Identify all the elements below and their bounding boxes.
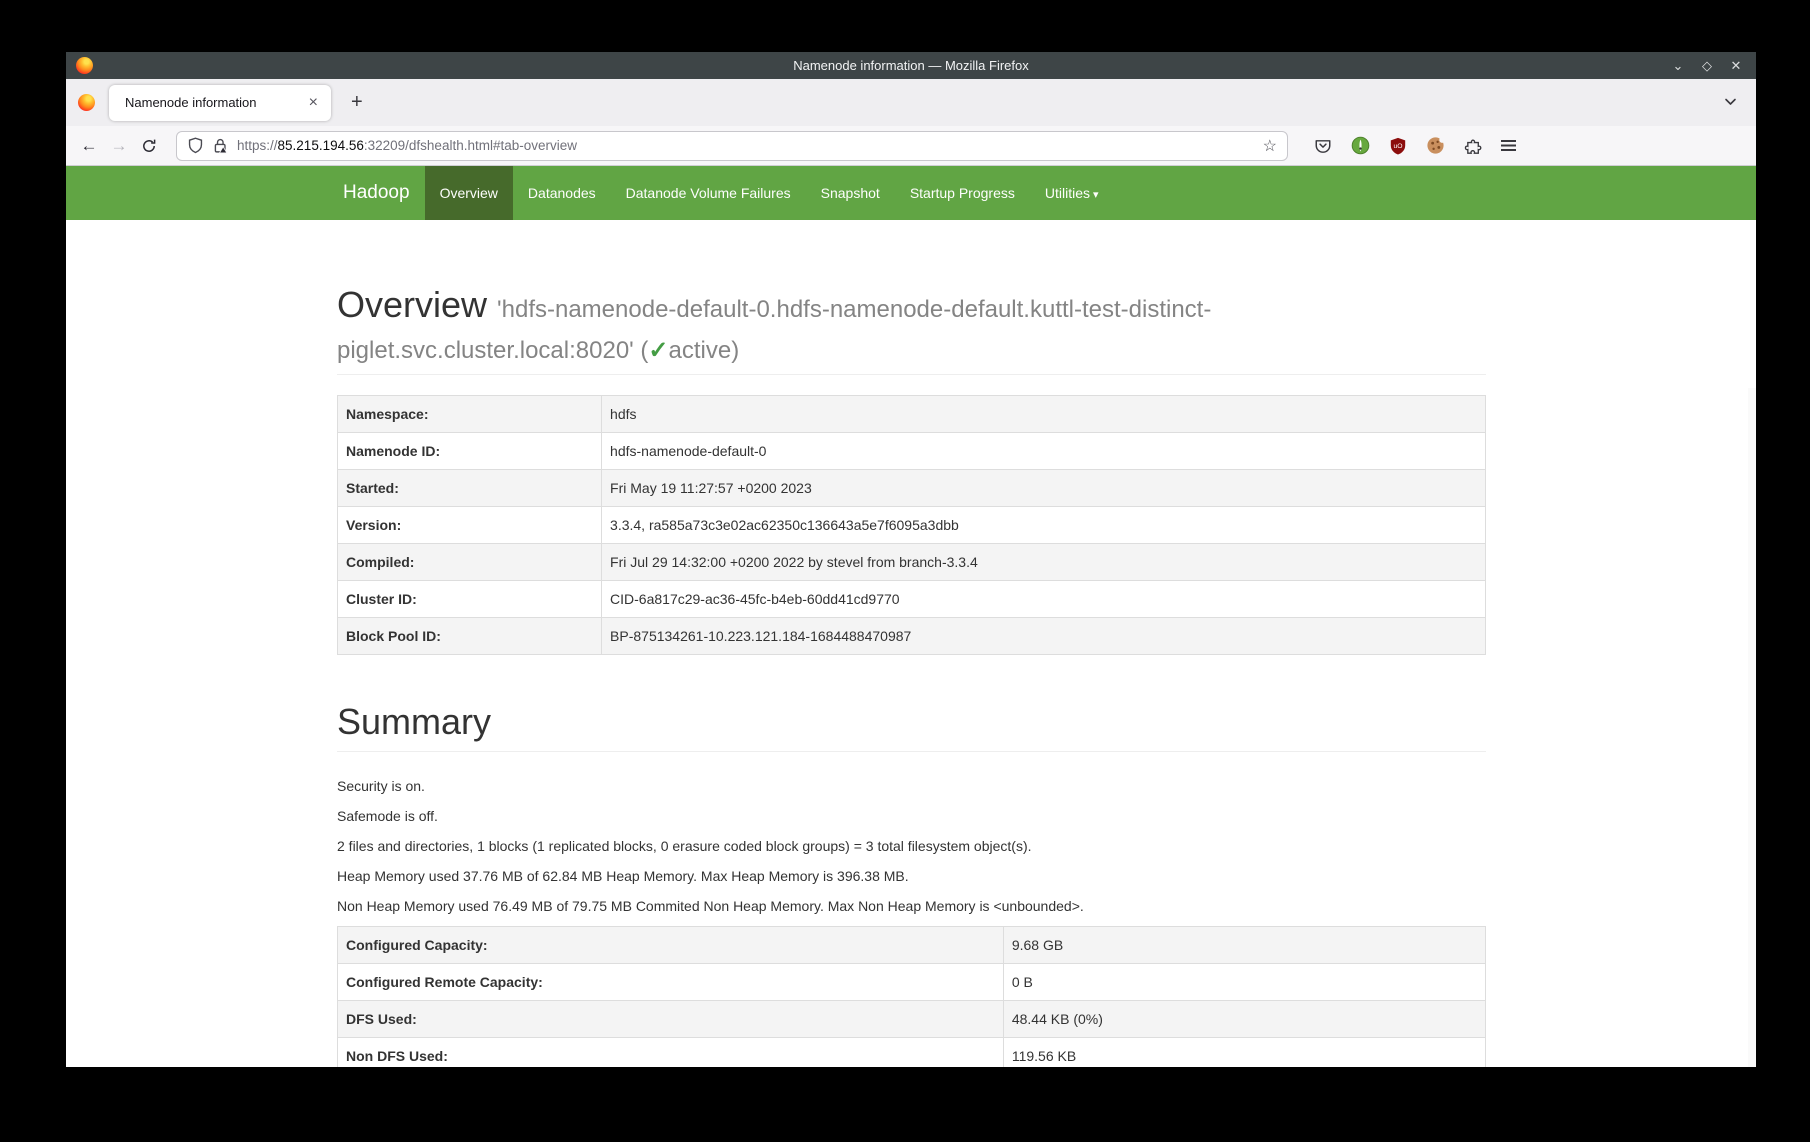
table-row: Started:Fri May 19 11:27:57 +0200 2023 bbox=[338, 469, 1486, 506]
active-check-icon: ✓ bbox=[648, 337, 668, 364]
forward-button: → bbox=[104, 136, 134, 156]
table-row: Non DFS Used:119.56 KB bbox=[338, 1038, 1486, 1067]
maximize-button[interactable]: ◇ bbox=[1699, 52, 1715, 79]
nav-item-snapshot[interactable]: Snapshot bbox=[806, 166, 895, 220]
table-row: Compiled:Fri Jul 29 14:32:00 +0200 2022 … bbox=[338, 543, 1486, 580]
window-title: Namenode information — Mozilla Firefox bbox=[66, 58, 1756, 73]
close-button[interactable]: ✕ bbox=[1728, 52, 1744, 79]
table-row: Version:3.3.4, ra585a73c3e02ac62350c1366… bbox=[338, 506, 1486, 543]
nav-item-utilities[interactable]: Utilities▾ bbox=[1030, 166, 1114, 220]
nav-item-datanode-volume-failures[interactable]: Datanode Volume Failures bbox=[611, 166, 806, 220]
table-row: Namespace:hdfs bbox=[338, 395, 1486, 432]
namenode-info-table: Namespace:hdfs Namenode ID:hdfs-namenode… bbox=[337, 395, 1486, 655]
menu-hamburger-icon[interactable] bbox=[1501, 140, 1516, 151]
bookmark-star-icon[interactable]: ☆ bbox=[1263, 136, 1277, 156]
privacy-badger-icon[interactable] bbox=[1351, 136, 1370, 155]
lock-warning-icon[interactable] bbox=[212, 137, 229, 154]
page-content: Overview 'hdfs-namenode-default-0.hdfs-n… bbox=[66, 220, 1756, 1067]
page-scrollbar[interactable] bbox=[1748, 388, 1756, 1067]
summary-line: Non Heap Memory used 76.49 MB of 79.75 M… bbox=[337, 896, 1486, 916]
navbar-brand-hadoop[interactable]: Hadoop bbox=[328, 166, 425, 220]
browser-window: Namenode information — Mozilla Firefox ⌄… bbox=[66, 52, 1756, 1067]
firefox-view-icon[interactable] bbox=[78, 94, 95, 111]
overview-heading: Overview 'hdfs-namenode-default-0.hdfs-n… bbox=[337, 284, 1486, 367]
extensions-puzzle-icon[interactable] bbox=[1464, 137, 1482, 155]
hadoop-navbar: Hadoop Overview Datanodes Datanode Volum… bbox=[66, 166, 1756, 220]
nav-item-startup-progress[interactable]: Startup Progress bbox=[895, 166, 1030, 220]
nav-item-datanodes[interactable]: Datanodes bbox=[513, 166, 611, 220]
reload-button[interactable] bbox=[134, 138, 164, 154]
tab-namenode-information[interactable]: Namenode information × bbox=[109, 85, 331, 121]
summary-line: Security is on. bbox=[337, 776, 1486, 796]
summary-text-block: Security is on. Safemode is off. 2 files… bbox=[337, 776, 1486, 916]
url-bar[interactable]: https://85.215.194.56:32209/dfshealth.ht… bbox=[176, 131, 1288, 161]
table-row: DFS Used:48.44 KB (0%) bbox=[338, 1001, 1486, 1038]
summary-line: 2 files and directories, 1 blocks (1 rep… bbox=[337, 836, 1486, 856]
pocket-icon[interactable] bbox=[1314, 137, 1332, 155]
ublock-text: uO bbox=[1393, 143, 1402, 150]
nav-item-overview[interactable]: Overview bbox=[425, 166, 513, 220]
navigation-toolbar: ← → https://85.215.194.56:32209/dfshealt… bbox=[66, 126, 1756, 166]
summary-line: Safemode is off. bbox=[337, 806, 1486, 826]
capacity-table: Configured Capacity:9.68 GB Configured R… bbox=[337, 926, 1486, 1067]
window-titlebar: Namenode information — Mozilla Firefox ⌄… bbox=[66, 52, 1756, 79]
minimize-button[interactable]: ⌄ bbox=[1670, 52, 1686, 79]
table-row: Configured Remote Capacity:0 B bbox=[338, 964, 1486, 1001]
summary-page-header: Summary bbox=[337, 701, 1486, 752]
tab-close-icon[interactable]: × bbox=[306, 95, 321, 111]
list-all-tabs-icon[interactable] bbox=[1723, 94, 1738, 109]
table-row: Namenode ID:hdfs-namenode-default-0 bbox=[338, 432, 1486, 469]
status-badge: active bbox=[669, 337, 732, 364]
tracking-protection-shield-icon[interactable] bbox=[187, 137, 204, 154]
table-row: Block Pool ID:BP-875134261-10.223.121.18… bbox=[338, 617, 1486, 654]
ublock-origin-icon[interactable]: uO bbox=[1389, 137, 1407, 155]
table-row: Configured Capacity:9.68 GB bbox=[338, 927, 1486, 964]
tab-title: Namenode information bbox=[125, 95, 306, 110]
summary-line: Heap Memory used 37.76 MB of 62.84 MB He… bbox=[337, 866, 1486, 886]
url-text: https://85.215.194.56:32209/dfshealth.ht… bbox=[237, 138, 1263, 153]
summary-heading: Summary bbox=[337, 701, 1486, 742]
cookie-extension-icon[interactable] bbox=[1426, 136, 1445, 155]
back-button[interactable]: ← bbox=[74, 136, 104, 156]
caret-down-icon: ▾ bbox=[1093, 189, 1099, 201]
table-row: Cluster ID:CID-6a817c29-ac36-45fc-b4eb-6… bbox=[338, 580, 1486, 617]
tab-strip: Namenode information × + bbox=[66, 79, 1756, 126]
new-tab-button[interactable]: + bbox=[345, 91, 369, 114]
overview-page-header: Overview 'hdfs-namenode-default-0.hdfs-n… bbox=[337, 284, 1486, 375]
